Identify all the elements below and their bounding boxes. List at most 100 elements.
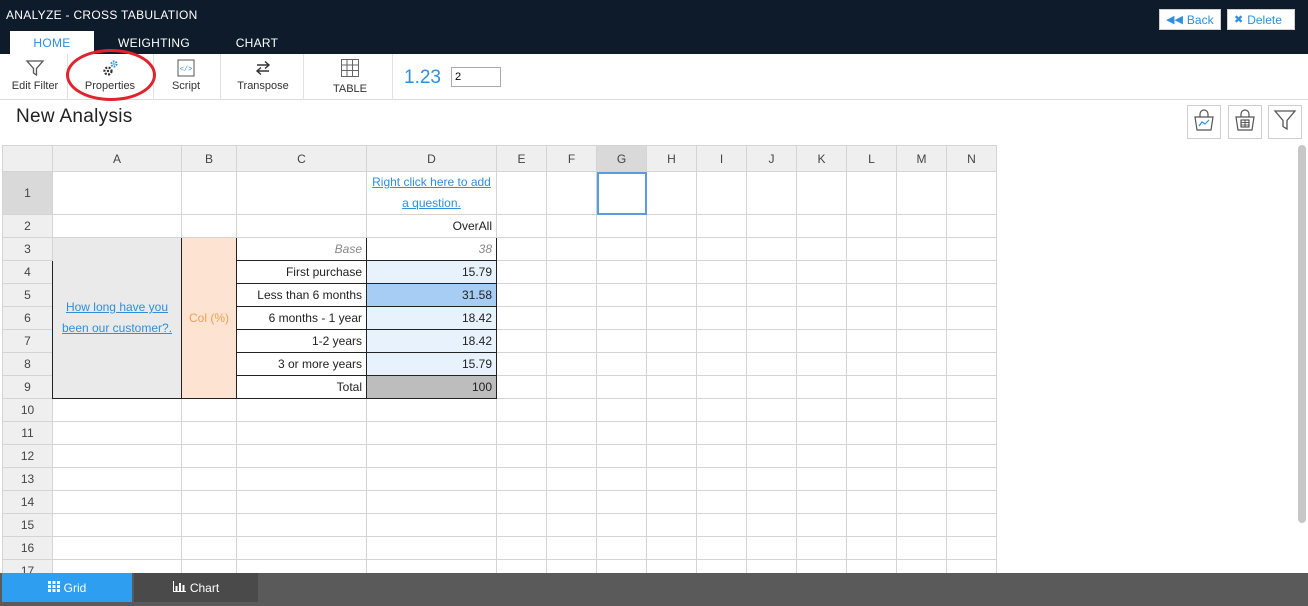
grid-cell[interactable] — [946, 467, 997, 491]
grid-cell[interactable] — [846, 237, 897, 261]
grid-cell[interactable] — [646, 444, 697, 468]
grid-cell[interactable] — [181, 214, 237, 238]
grid-cell[interactable] — [896, 260, 947, 284]
grid-cell[interactable] — [896, 375, 947, 399]
grid-cell[interactable] — [696, 306, 747, 330]
grid-cell[interactable] — [366, 536, 497, 560]
grid-cell[interactable] — [496, 467, 547, 491]
grid-cell[interactable] — [946, 283, 997, 307]
base-label-cell[interactable]: Base — [236, 237, 367, 261]
grid-cell[interactable] — [896, 237, 947, 261]
grid-cell[interactable] — [846, 171, 897, 215]
grid-cell[interactable] — [596, 559, 647, 573]
grid-cell[interactable] — [366, 444, 497, 468]
grid-cell[interactable] — [796, 375, 847, 399]
grid-cell[interactable] — [746, 260, 797, 284]
grid-cell[interactable] — [896, 329, 947, 353]
grid-cell[interactable] — [596, 237, 647, 261]
grid-cell[interactable] — [181, 444, 237, 468]
grid-cell[interactable] — [596, 306, 647, 330]
properties-button[interactable]: Properties — [74, 54, 146, 100]
grid-cell[interactable] — [646, 559, 697, 573]
grid-cell[interactable] — [496, 559, 547, 573]
grid-cell[interactable] — [496, 237, 547, 261]
grid-cell[interactable] — [546, 237, 597, 261]
grid-cell[interactable] — [546, 536, 597, 560]
grid-cell[interactable] — [646, 467, 697, 491]
grid-cell[interactable] — [52, 444, 182, 468]
grid-cell[interactable] — [846, 536, 897, 560]
decimal-places-input[interactable] — [451, 67, 501, 87]
grid-cell[interactable] — [696, 352, 747, 376]
grid-cell[interactable] — [846, 444, 897, 468]
grid-cell[interactable] — [646, 490, 697, 514]
row-header[interactable]: 2 — [2, 214, 53, 238]
grid-cell[interactable] — [596, 214, 647, 238]
grid-cell[interactable] — [646, 421, 697, 445]
spreadsheet-grid[interactable]: A B C D E F G H I J K L M N 1 Right clic… — [2, 145, 1306, 573]
grid-cell[interactable] — [496, 260, 547, 284]
grid-cell[interactable] — [366, 490, 497, 514]
filter-button[interactable] — [1268, 105, 1302, 139]
column-header[interactable]: N — [946, 145, 997, 172]
grid-cell[interactable] — [646, 375, 697, 399]
grid-cell[interactable] — [236, 490, 367, 514]
row-header[interactable]: 12 — [2, 444, 53, 468]
grid-cell[interactable] — [236, 536, 367, 560]
grid-cell[interactable] — [946, 329, 997, 353]
answer-value-cell[interactable]: 15.79 — [366, 352, 497, 376]
grid-cell[interactable] — [696, 398, 747, 422]
grid-cell[interactable] — [746, 306, 797, 330]
add-question-link[interactable]: Right click here to add a question. — [372, 175, 491, 210]
row-header-selected[interactable]: 1 — [2, 171, 53, 215]
grid-cell[interactable] — [646, 171, 697, 215]
tab-weighting[interactable]: WEIGHTING — [106, 31, 202, 54]
row-header[interactable]: 16 — [2, 536, 53, 560]
grid-cell[interactable] — [596, 536, 647, 560]
stat-label-cell[interactable]: Col (%) — [181, 237, 237, 399]
grid-cell[interactable] — [846, 214, 897, 238]
column-header[interactable]: L — [846, 145, 897, 172]
transpose-button[interactable]: Transpose — [226, 54, 300, 100]
grid-cell[interactable] — [646, 237, 697, 261]
grid-cell[interactable] — [646, 306, 697, 330]
grid-cell[interactable] — [496, 306, 547, 330]
grid-cell[interactable] — [696, 444, 747, 468]
row-header[interactable]: 6 — [2, 306, 53, 330]
grid-cell[interactable] — [546, 421, 597, 445]
grid-cell[interactable] — [646, 352, 697, 376]
column-header[interactable]: F — [546, 145, 597, 172]
grid-cell[interactable] — [181, 398, 237, 422]
column-header[interactable]: B — [181, 145, 237, 172]
grid-cell[interactable] — [746, 421, 797, 445]
row-header[interactable]: 3 — [2, 237, 53, 261]
column-header[interactable]: A — [52, 145, 182, 172]
grid-cell[interactable] — [496, 536, 547, 560]
grid-cell[interactable] — [596, 467, 647, 491]
grid-cell[interactable] — [596, 421, 647, 445]
grid-cell[interactable] — [546, 490, 597, 514]
grid-cell[interactable] — [846, 421, 897, 445]
grid-cell[interactable] — [366, 559, 497, 573]
grid-cell[interactable] — [796, 283, 847, 307]
grid-cell[interactable] — [696, 283, 747, 307]
grid-cell[interactable] — [366, 467, 497, 491]
grid-cell[interactable] — [696, 421, 747, 445]
overall-header-cell[interactable]: OverAll — [366, 214, 497, 238]
grid-cell[interactable] — [546, 171, 597, 215]
grid-cell[interactable] — [746, 513, 797, 537]
grid-cell[interactable] — [52, 559, 182, 573]
base-value-cell[interactable]: 38 — [366, 237, 497, 261]
grid-cell[interactable] — [496, 329, 547, 353]
grid-cell[interactable] — [746, 444, 797, 468]
grid-cell[interactable] — [646, 260, 697, 284]
grid-cell[interactable] — [946, 536, 997, 560]
grid-cell[interactable] — [796, 237, 847, 261]
grid-cell[interactable] — [696, 171, 747, 215]
grid-cell[interactable] — [496, 375, 547, 399]
answer-value-cell[interactable]: 18.42 — [366, 329, 497, 353]
grid-cell[interactable] — [52, 513, 182, 537]
vertical-scrollbar[interactable] — [1298, 145, 1306, 523]
grid-cell[interactable] — [236, 214, 367, 238]
grid-cell[interactable] — [181, 513, 237, 537]
